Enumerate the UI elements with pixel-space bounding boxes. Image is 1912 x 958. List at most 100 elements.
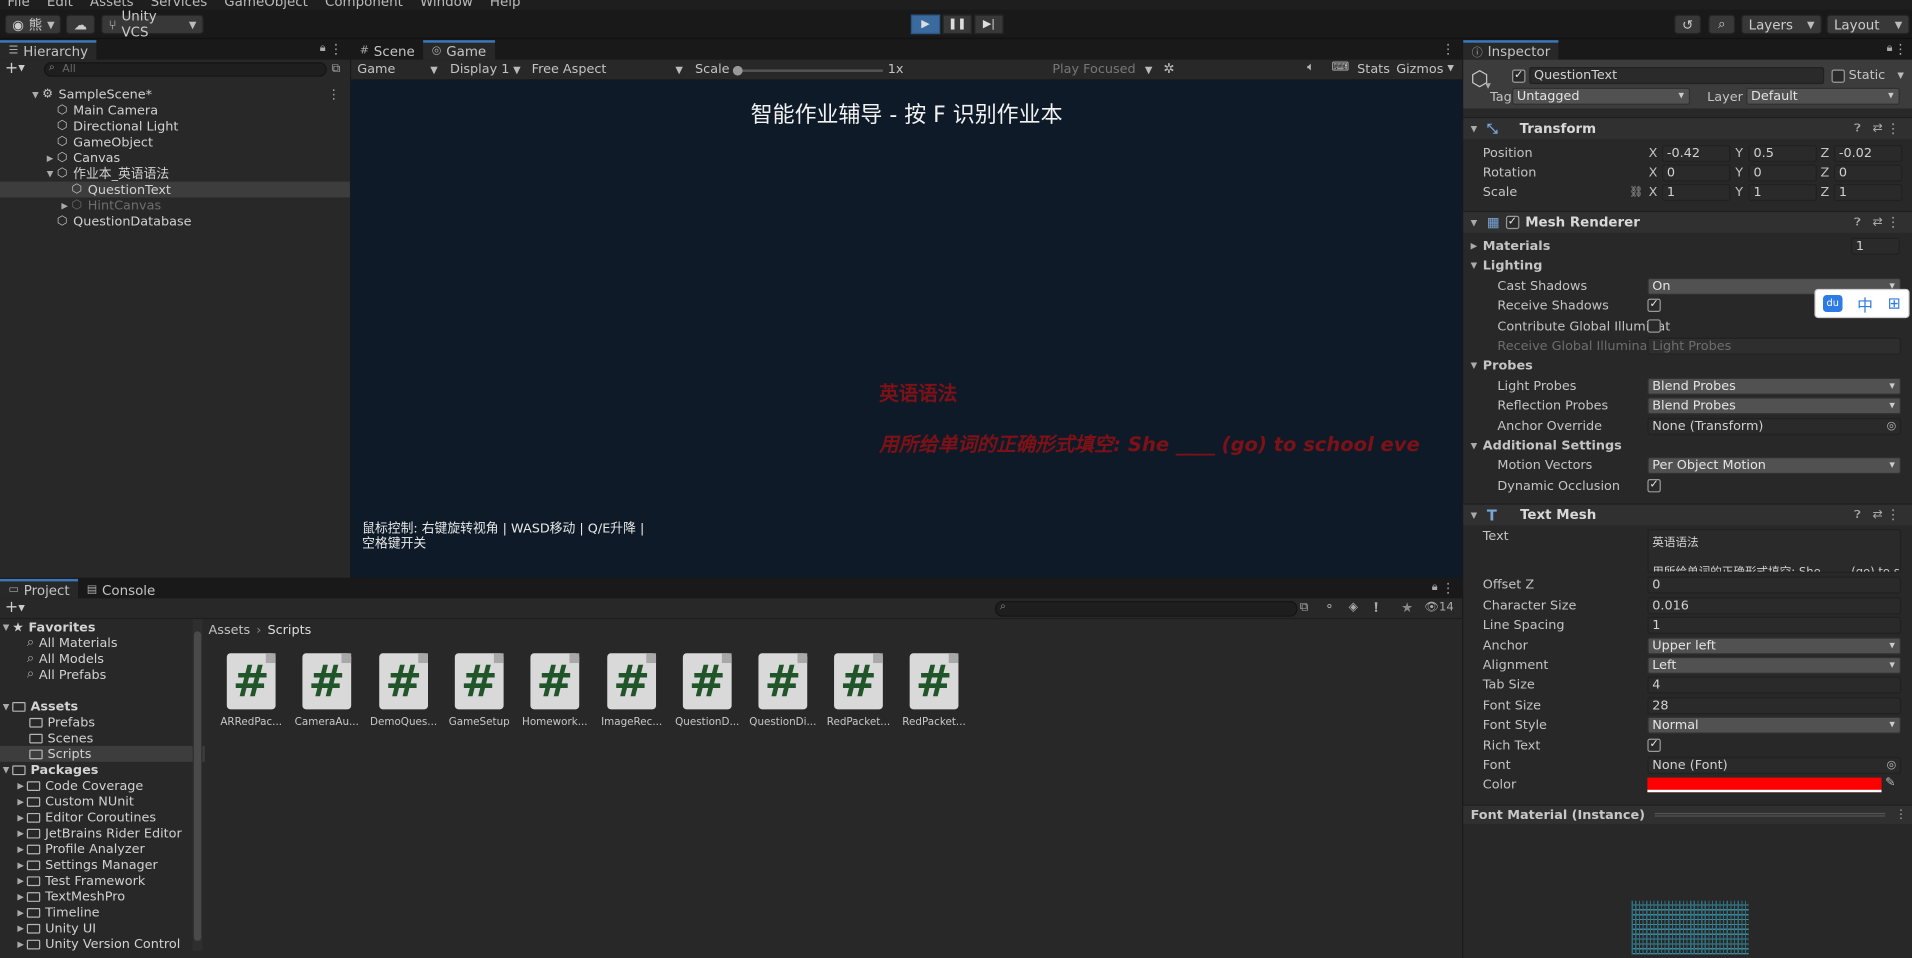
menu-gameobject[interactable]: GameObject <box>224 0 308 10</box>
favorite-item[interactable]: ⌕ All Models <box>0 651 205 667</box>
scale-x-field[interactable]: 1 <box>1662 184 1731 202</box>
transform-header[interactable]: ▼ ⤡ Transform ❓︎ ⇄ ⋮ <box>1463 117 1912 139</box>
link-icon[interactable]: ⛓ <box>1629 186 1643 198</box>
object-picker-icon[interactable]: ◎ <box>1887 420 1897 432</box>
play-focused-dropdown[interactable]: Play Focused ▼ <box>1049 61 1156 78</box>
aspect-dropdown[interactable]: Free Aspect ▼ <box>528 61 687 78</box>
scale-y-field[interactable]: 1 <box>1748 184 1817 202</box>
hierarchy-item-hintcanvas[interactable]: ▶ ⬡ HintCanvas <box>0 197 350 213</box>
active-checkbox[interactable]: ✓ <box>1512 69 1526 83</box>
fold-open-icon[interactable]: ▼ <box>29 90 41 100</box>
tag-dropdown[interactable]: Untagged <box>1512 87 1691 105</box>
baidu-ime-icon[interactable]: du <box>1822 294 1843 313</box>
folder-item[interactable]: Scenes <box>0 730 205 746</box>
layout-dropdown[interactable]: Layout ▼ <box>1826 14 1910 35</box>
script-asset[interactable]: # QuestionD... <box>673 653 741 731</box>
hierarchy-item-canvas[interactable]: ▶ ⬡ Canvas <box>0 150 350 166</box>
fold-closed-icon[interactable]: ▶ <box>1471 241 1478 251</box>
history-button[interactable]: ↺ <box>1674 14 1702 35</box>
log-icon[interactable]: ❗︎ <box>1374 600 1378 617</box>
package-item[interactable]: ▶ TextMeshPro <box>0 889 205 905</box>
package-item[interactable]: ▶ Custom NUnit <box>0 793 205 809</box>
more-menu-icon[interactable]: ⋮ <box>1895 808 1907 821</box>
packages-section[interactable]: ▼ Packages <box>0 762 205 778</box>
offset-z-field[interactable]: 0 <box>1647 576 1902 594</box>
package-item[interactable]: ▶ Editor Coroutines <box>0 809 205 825</box>
more-menu-icon[interactable]: ⋮ <box>1441 580 1454 596</box>
preset-icon[interactable]: ⇄ <box>1873 508 1883 521</box>
position-y-field[interactable]: 0.5 <box>1748 145 1817 163</box>
package-item[interactable]: ▶ Test Framework <box>0 873 205 889</box>
script-asset[interactable]: # DemoQues... <box>369 653 437 731</box>
chevron-down-icon[interactable]: ▼ <box>18 603 25 613</box>
fold-closed-icon[interactable]: ▶ <box>15 860 27 870</box>
assets-section[interactable]: ▼ Assets <box>0 698 205 714</box>
menu-window[interactable]: Window <box>420 0 473 10</box>
game-viewport[interactable]: 智能作业辅导 - 按 F 识别作业本 英语语法 用所给单词的正确形式填空: Sh… <box>351 80 1463 578</box>
favorite-item[interactable]: ⌕ All Prefabs <box>0 667 205 683</box>
script-asset[interactable]: # RedPacket... <box>900 653 968 731</box>
package-item[interactable]: ▶ Timeline <box>0 904 205 920</box>
add-icon[interactable]: + <box>5 60 18 78</box>
cloud-button[interactable]: ☁ <box>65 14 96 35</box>
more-menu-icon[interactable]: ⋮ <box>1886 121 1899 137</box>
preview-splitter[interactable] <box>1654 812 1886 817</box>
rotation-y-field[interactable]: 0 <box>1748 164 1817 182</box>
character-size-field[interactable]: 0.016 <box>1647 597 1902 615</box>
fold-open-icon[interactable]: ▼ <box>0 622 12 632</box>
fold-closed-icon[interactable]: ▶ <box>44 153 56 163</box>
filter-label-icon[interactable]: ◈ <box>1349 601 1358 614</box>
fold-open-icon[interactable]: ▼ <box>1471 361 1478 371</box>
mesh-renderer-header[interactable]: ▼ ▦ ✓ Mesh Renderer ❓︎ ⇄ ⋮ <box>1463 210 1912 233</box>
layers-dropdown[interactable]: Layers ▼ <box>1741 14 1822 35</box>
font-style-dropdown[interactable]: Normal <box>1647 716 1902 734</box>
fold-closed-icon[interactable]: ▶ <box>15 781 27 791</box>
tab-game[interactable]: ◎ Game <box>423 40 495 60</box>
reflection-probes-dropdown[interactable]: Blend Probes <box>1647 397 1902 415</box>
fold-open-icon[interactable]: ▼ <box>44 169 56 179</box>
menu-component[interactable]: Component <box>325 0 403 10</box>
package-item[interactable]: ▶ Code Coverage <box>0 778 205 794</box>
fold-closed-icon[interactable]: ▶ <box>15 797 27 807</box>
tab-project[interactable]: ▭ Project <box>0 578 79 599</box>
favorites-section[interactable]: ▼ ★ Favorites <box>0 619 205 635</box>
vcs-dropdown[interactable]: ⑂ Unity VCS ▼ <box>101 9 204 40</box>
ime-toolbar[interactable]: du 中 ⊞ <box>1814 288 1910 319</box>
chevron-down-icon[interactable]: ▼ <box>1485 82 1491 91</box>
font-size-field[interactable]: 28 <box>1647 697 1902 715</box>
step-button[interactable]: ▶| <box>974 14 1004 35</box>
text-area[interactable]: 英语语法 用所给单词的正确形式填空: She ____ (go) to sc <box>1647 528 1902 573</box>
fold-closed-icon[interactable]: ▶ <box>15 923 27 933</box>
favorite-star-icon[interactable]: ★ <box>1401 600 1413 616</box>
script-asset[interactable]: # QuestionDi... <box>749 653 817 731</box>
script-asset[interactable]: # ARRedPac... <box>217 653 285 731</box>
hierarchy-item-main-camera[interactable]: ⬡ Main Camera <box>0 102 350 118</box>
more-menu-icon[interactable]: ⋮ <box>1886 507 1899 523</box>
fold-open-icon[interactable]: ▼ <box>1471 218 1478 228</box>
help-icon[interactable]: ❓︎ <box>1854 122 1861 134</box>
hierarchy-item-scene[interactable]: ▼ ⚙ SampleScene* ⋮ <box>0 87 350 103</box>
package-item[interactable]: ▶ JetBrains Rider Editor <box>0 825 205 841</box>
play-button[interactable]: ▶ <box>910 14 941 35</box>
dynamic-occlusion-checkbox[interactable]: ✓ <box>1647 479 1661 493</box>
layer-dropdown[interactable]: Default <box>1746 87 1900 105</box>
fold-open-icon[interactable]: ▼ <box>1471 510 1478 520</box>
tree-scrollbar[interactable] <box>192 619 203 951</box>
script-asset[interactable]: # Homework... <box>521 653 589 731</box>
lock-icon[interactable]: 🔒︎ <box>1432 581 1438 593</box>
fold-closed-icon[interactable]: ▶ <box>15 939 27 949</box>
tab-scene[interactable]: # Scene <box>351 40 423 60</box>
eyedropper-icon[interactable]: ✎ <box>1885 776 1895 789</box>
package-item[interactable]: ▶ Unity Version Control <box>0 936 205 952</box>
script-asset[interactable]: # GameSetup <box>445 653 513 731</box>
help-icon[interactable]: ❓︎ <box>1854 509 1861 521</box>
menu-help[interactable]: Help <box>490 0 521 10</box>
line-spacing-field[interactable]: 1 <box>1647 616 1902 634</box>
script-asset[interactable]: # CameraAu... <box>293 653 361 731</box>
scale-slider[interactable] <box>732 65 883 76</box>
position-x-field[interactable]: -0.42 <box>1662 145 1731 163</box>
account-dropdown[interactable]: ◉ 熊 ▼ <box>4 14 61 35</box>
preset-icon[interactable]: ⇄ <box>1873 216 1883 229</box>
keyboard-icon[interactable]: ⌨ <box>1332 61 1350 74</box>
fold-open-icon[interactable]: ▼ <box>0 765 12 775</box>
